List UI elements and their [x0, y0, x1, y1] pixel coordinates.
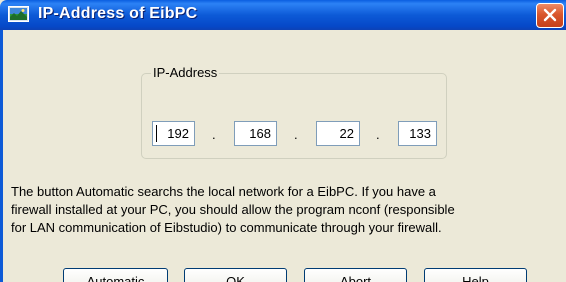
info-text: The button Automatic searchs the local n…: [11, 183, 563, 237]
ip-octet-3-field[interactable]: 22: [316, 121, 360, 146]
monitor-icon: [8, 6, 29, 23]
info-line: firewall installed at your PC, you shoul…: [11, 202, 455, 217]
abort-button[interactable]: Abort: [304, 268, 407, 282]
ip-separator: .: [212, 127, 216, 142]
text-caret: [156, 125, 157, 142]
help-button[interactable]: Help: [424, 268, 527, 282]
info-line: for LAN communication of Eibstudio) to c…: [11, 220, 442, 235]
close-icon: [537, 8, 563, 31]
ip-address-group-label: IP-Address: [151, 65, 220, 80]
ip-address-group: [141, 73, 447, 159]
ip-separator: .: [376, 127, 380, 142]
ip-octet-2-field[interactable]: 168: [234, 121, 277, 146]
dialog-window: IP-Address of EibPC IP-Address 192 . 168…: [0, 0, 566, 282]
title-bar[interactable]: IP-Address of EibPC: [0, 0, 566, 30]
close-button[interactable]: [536, 3, 564, 28]
automatic-button[interactable]: Automatic: [63, 268, 168, 282]
ip-separator: .: [294, 127, 298, 142]
ip-octet-1-field[interactable]: 192: [152, 121, 195, 146]
dialog-content: IP-Address 192 . 168 . 22 . 133 The butt…: [0, 30, 566, 282]
ip-octet-4-field[interactable]: 133: [398, 121, 437, 146]
ok-button[interactable]: OK: [184, 268, 287, 282]
window-title: IP-Address of EibPC: [38, 5, 198, 22]
info-line: The button Automatic searchs the local n…: [11, 184, 436, 199]
